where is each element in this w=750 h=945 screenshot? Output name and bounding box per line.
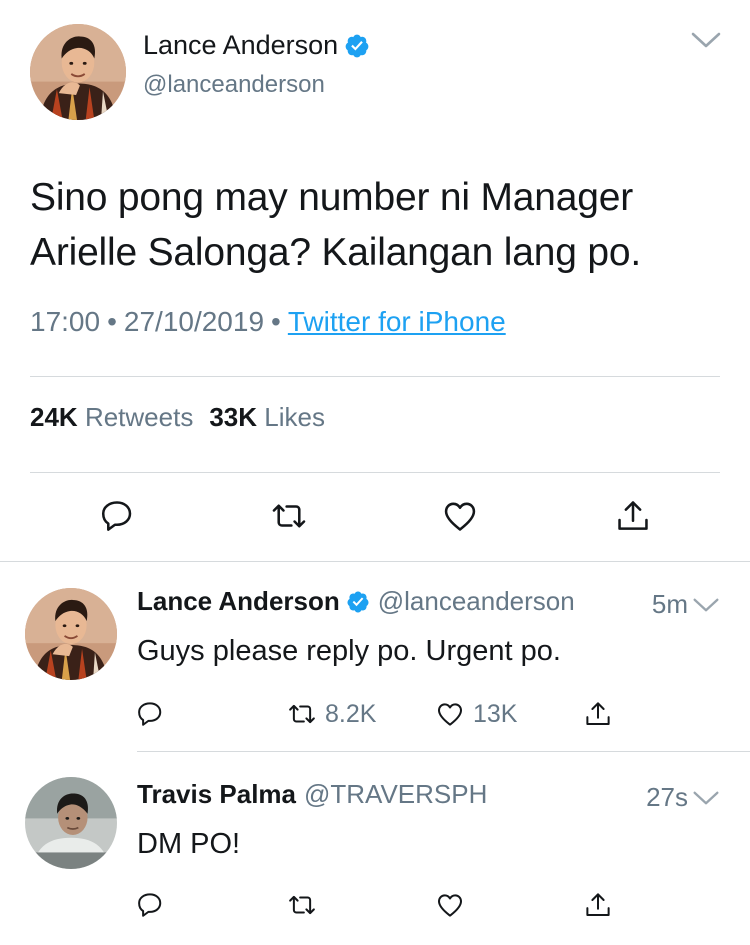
retweet-button[interactable]	[270, 497, 308, 535]
chevron-down-icon[interactable]	[692, 596, 720, 614]
likes-count: 33K	[209, 402, 258, 432]
like-count: 13K	[473, 699, 518, 728]
tweet-meta: 17:00 • 27/10/2019 • Twitter for iPhone	[30, 306, 506, 338]
author-handle[interactable]: @lanceanderson	[143, 71, 325, 99]
tweet-date: 27/10/2019	[123, 306, 265, 337]
avatar[interactable]	[30, 24, 126, 120]
chevron-down-icon[interactable]	[690, 30, 722, 50]
likes-label: Likes	[264, 402, 325, 432]
heart-icon	[441, 497, 479, 535]
retweet-button[interactable]	[287, 890, 317, 920]
share-button[interactable]	[583, 890, 613, 920]
divider	[30, 472, 720, 473]
avatar-image	[25, 588, 117, 680]
tweet-text: Sino pong may number ni Manager Arielle …	[30, 176, 641, 274]
reply-button[interactable]	[135, 890, 165, 920]
like-button[interactable]	[435, 890, 465, 920]
heart-icon	[435, 890, 465, 920]
tweet-time: 17:00	[30, 306, 101, 337]
verified-badge-icon	[346, 590, 370, 614]
reply-button[interactable]	[98, 497, 136, 535]
retweet-icon	[287, 699, 317, 729]
reply-icon	[135, 699, 165, 729]
retweet-count: 8.2K	[325, 699, 377, 728]
avatar[interactable]	[25, 588, 117, 680]
share-icon	[614, 497, 652, 535]
reply-time: 5m	[651, 589, 688, 619]
retweets-label: Retweets	[84, 402, 194, 432]
reply-author-handle[interactable]: @TRAVERSPH	[304, 779, 487, 810]
main-tweet: Lance Anderson @lanceanderson Sino pong …	[0, 0, 750, 562]
share-icon	[583, 699, 613, 729]
reply-text: DM PO!	[137, 828, 241, 860]
avatar-image	[25, 777, 117, 869]
likes-stat[interactable]: 33K Likes	[209, 402, 325, 432]
reply-author-name[interactable]: Travis Palma	[137, 779, 296, 810]
share-icon	[583, 890, 613, 920]
separator-dot: •	[107, 306, 117, 337]
retweets-count: 24K	[30, 402, 78, 432]
author-name: Lance Anderson	[143, 30, 339, 60]
avatar-image	[30, 24, 126, 120]
retweet-button[interactable]: 8.2K	[287, 699, 376, 729]
reply-tweet[interactable]: Travis Palma @TRAVERSPH 27s DM PO!	[0, 752, 750, 945]
like-button[interactable]	[441, 497, 479, 535]
retweet-icon	[270, 497, 308, 535]
reply-author-handle[interactable]: @lanceanderson	[378, 586, 575, 617]
chevron-down-icon[interactable]	[692, 789, 720, 807]
avatar[interactable]	[25, 777, 117, 869]
reply-header: Travis Palma @TRAVERSPH	[137, 779, 487, 810]
separator-dot: •	[271, 306, 281, 337]
retweet-icon	[287, 890, 317, 920]
reply-header: Lance Anderson @lanceanderson	[137, 586, 575, 617]
heart-icon	[435, 699, 465, 729]
reply-icon	[98, 497, 136, 535]
divider	[30, 376, 720, 377]
reply-author-name[interactable]: Lance Anderson	[137, 586, 340, 617]
reply-time: 27s	[646, 782, 688, 812]
share-button[interactable]	[614, 497, 652, 535]
reply-button[interactable]	[135, 699, 165, 729]
tweet-source-link[interactable]: Twitter for iPhone	[288, 306, 506, 337]
reply-text: Guys please reply po. Urgent po.	[137, 635, 561, 667]
verified-badge-icon	[344, 33, 370, 59]
share-button[interactable]	[583, 699, 613, 729]
reply-icon	[135, 890, 165, 920]
like-button[interactable]: 13K	[435, 699, 517, 729]
retweets-stat[interactable]: 24K Retweets	[30, 402, 193, 432]
reply-tweet[interactable]: Lance Anderson @lanceanderson 5m Guys pl…	[0, 562, 750, 752]
tweet-stats: 24K Retweets 33K Likes	[30, 402, 325, 433]
author-name-row[interactable]: Lance Anderson	[143, 30, 370, 61]
